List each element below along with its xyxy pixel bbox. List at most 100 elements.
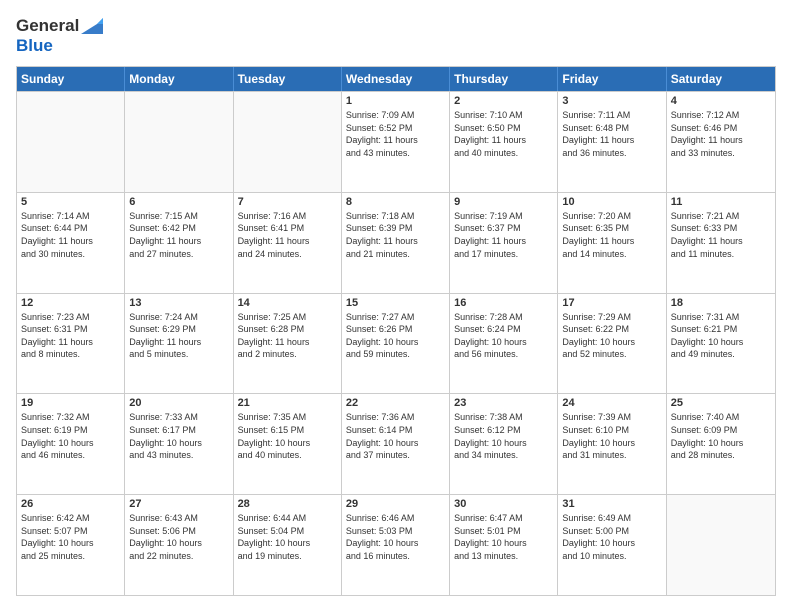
day-info: Sunrise: 7:28 AM Sunset: 6:24 PM Dayligh… (454, 311, 553, 361)
day-number: 12 (21, 297, 120, 309)
day-cell-11: 11Sunrise: 7:21 AM Sunset: 6:33 PM Dayli… (667, 193, 775, 293)
empty-cell-0-2 (234, 92, 342, 192)
day-cell-17: 17 Sunrise: 7:29 AM Sunset: 6:22 PM Dayli… (558, 294, 666, 394)
day-info: Sunrise: 7:24 AM Sunset: 6:29 PM Dayligh… (129, 311, 228, 361)
day-cell-31: 31 Sunrise: 6:49 AM Sunset: 5:00 PM Dayli… (558, 495, 666, 595)
day-number: 4 (671, 95, 771, 107)
day-cell-20: 20 Sunrise: 7:33 AM Sunset: 6:17 PM Dayli… (125, 394, 233, 494)
calendar-row-1: 1Sunrise: 7:09 AM Sunset: 6:52 PM Daylig… (17, 91, 775, 192)
day-cell-27: 27 Sunrise: 6:43 AM Sunset: 5:06 PM Dayli… (125, 495, 233, 595)
day-info: Sunrise: 6:43 AM Sunset: 5:06 PM Dayligh… (129, 512, 228, 562)
day-cell-14: 14 Sunrise: 7:25 AM Sunset: 6:28 PM Dayli… (234, 294, 342, 394)
calendar-row-4: 19 Sunrise: 7:32 AM Sunset: 6:19 PM Dayli… (17, 393, 775, 494)
day-cell-16: 16 Sunrise: 7:28 AM Sunset: 6:24 PM Dayli… (450, 294, 558, 394)
logo-general: General (16, 16, 79, 36)
day-number: 30 (454, 498, 553, 510)
page: General Blue SundayMondayTuesdayWednesda… (0, 0, 792, 612)
day-cell-6: 6Sunrise: 7:15 AM Sunset: 6:42 PM Daylig… (125, 193, 233, 293)
weekday-header-sunday: Sunday (17, 67, 125, 91)
day-number: 26 (21, 498, 120, 510)
day-number: 1 (346, 95, 445, 107)
empty-cell-0-1 (125, 92, 233, 192)
day-info: Sunrise: 7:12 AM Sunset: 6:46 PM Dayligh… (671, 109, 771, 159)
day-info: Sunrise: 7:25 AM Sunset: 6:28 PM Dayligh… (238, 311, 337, 361)
day-info: Sunrise: 7:16 AM Sunset: 6:41 PM Dayligh… (238, 210, 337, 260)
day-number: 3 (562, 95, 661, 107)
day-cell-18: 18 Sunrise: 7:31 AM Sunset: 6:21 PM Dayli… (667, 294, 775, 394)
weekday-header-monday: Monday (125, 67, 233, 91)
day-info: Sunrise: 7:35 AM Sunset: 6:15 PM Dayligh… (238, 411, 337, 461)
header: General Blue (16, 16, 776, 56)
day-info: Sunrise: 7:14 AM Sunset: 6:44 PM Dayligh… (21, 210, 120, 260)
day-cell-23: 23Sunrise: 7:38 AM Sunset: 6:12 PM Dayli… (450, 394, 558, 494)
logo-triangle-icon (81, 16, 103, 34)
day-number: 5 (21, 196, 120, 208)
day-number: 17 (562, 297, 661, 309)
day-info: Sunrise: 7:29 AM Sunset: 6:22 PM Dayligh… (562, 311, 661, 361)
calendar-header: SundayMondayTuesdayWednesdayThursdayFrid… (17, 67, 775, 91)
day-info: Sunrise: 7:15 AM Sunset: 6:42 PM Dayligh… (129, 210, 228, 260)
day-info: Sunrise: 7:27 AM Sunset: 6:26 PM Dayligh… (346, 311, 445, 361)
day-info: Sunrise: 7:20 AM Sunset: 6:35 PM Dayligh… (562, 210, 661, 260)
day-cell-7: 7 Sunrise: 7:16 AM Sunset: 6:41 PM Daylig… (234, 193, 342, 293)
day-cell-25: 25 Sunrise: 7:40 AM Sunset: 6:09 PM Dayli… (667, 394, 775, 494)
day-number: 24 (562, 397, 661, 409)
day-number: 18 (671, 297, 771, 309)
day-cell-8: 8Sunrise: 7:18 AM Sunset: 6:39 PM Daylig… (342, 193, 450, 293)
day-number: 20 (129, 397, 228, 409)
calendar-row-2: 5 Sunrise: 7:14 AM Sunset: 6:44 PM Daylig… (17, 192, 775, 293)
day-cell-9: 9 Sunrise: 7:19 AM Sunset: 6:37 PM Daylig… (450, 193, 558, 293)
day-cell-1: 1Sunrise: 7:09 AM Sunset: 6:52 PM Daylig… (342, 92, 450, 192)
day-number: 2 (454, 95, 553, 107)
calendar-row-3: 12 Sunrise: 7:23 AM Sunset: 6:31 PM Dayli… (17, 293, 775, 394)
day-cell-4: 4 Sunrise: 7:12 AM Sunset: 6:46 PM Daylig… (667, 92, 775, 192)
day-info: Sunrise: 7:38 AM Sunset: 6:12 PM Dayligh… (454, 411, 553, 461)
empty-cell-4-6 (667, 495, 775, 595)
day-info: Sunrise: 7:19 AM Sunset: 6:37 PM Dayligh… (454, 210, 553, 260)
day-info: Sunrise: 7:10 AM Sunset: 6:50 PM Dayligh… (454, 109, 553, 159)
logo: General Blue (16, 16, 103, 56)
weekday-header-saturday: Saturday (667, 67, 775, 91)
day-cell-3: 3 Sunrise: 7:11 AM Sunset: 6:48 PM Daylig… (558, 92, 666, 192)
day-info: Sunrise: 7:23 AM Sunset: 6:31 PM Dayligh… (21, 311, 120, 361)
day-number: 25 (671, 397, 771, 409)
day-info: Sunrise: 6:46 AM Sunset: 5:03 PM Dayligh… (346, 512, 445, 562)
day-cell-29: 29Sunrise: 6:46 AM Sunset: 5:03 PM Dayli… (342, 495, 450, 595)
day-info: Sunrise: 7:21 AM Sunset: 6:33 PM Dayligh… (671, 210, 771, 260)
day-cell-5: 5 Sunrise: 7:14 AM Sunset: 6:44 PM Daylig… (17, 193, 125, 293)
logo-text-block: General Blue (16, 16, 103, 56)
day-cell-21: 21 Sunrise: 7:35 AM Sunset: 6:15 PM Dayli… (234, 394, 342, 494)
weekday-header-wednesday: Wednesday (342, 67, 450, 91)
calendar: SundayMondayTuesdayWednesdayThursdayFrid… (16, 66, 776, 596)
day-number: 8 (346, 196, 445, 208)
day-info: Sunrise: 7:11 AM Sunset: 6:48 PM Dayligh… (562, 109, 661, 159)
weekday-header-friday: Friday (558, 67, 666, 91)
day-info: Sunrise: 6:42 AM Sunset: 5:07 PM Dayligh… (21, 512, 120, 562)
day-number: 7 (238, 196, 337, 208)
day-number: 9 (454, 196, 553, 208)
day-cell-15: 15Sunrise: 7:27 AM Sunset: 6:26 PM Dayli… (342, 294, 450, 394)
day-number: 21 (238, 397, 337, 409)
day-cell-12: 12 Sunrise: 7:23 AM Sunset: 6:31 PM Dayli… (17, 294, 125, 394)
day-number: 27 (129, 498, 228, 510)
day-info: Sunrise: 7:32 AM Sunset: 6:19 PM Dayligh… (21, 411, 120, 461)
day-number: 13 (129, 297, 228, 309)
day-info: Sunrise: 7:33 AM Sunset: 6:17 PM Dayligh… (129, 411, 228, 461)
day-number: 14 (238, 297, 337, 309)
day-info: Sunrise: 7:31 AM Sunset: 6:21 PM Dayligh… (671, 311, 771, 361)
day-cell-24: 24Sunrise: 7:39 AM Sunset: 6:10 PM Dayli… (558, 394, 666, 494)
day-number: 28 (238, 498, 337, 510)
day-info: Sunrise: 6:49 AM Sunset: 5:00 PM Dayligh… (562, 512, 661, 562)
weekday-header-thursday: Thursday (450, 67, 558, 91)
weekday-header-tuesday: Tuesday (234, 67, 342, 91)
calendar-body: 1Sunrise: 7:09 AM Sunset: 6:52 PM Daylig… (17, 91, 775, 595)
day-cell-10: 10Sunrise: 7:20 AM Sunset: 6:35 PM Dayli… (558, 193, 666, 293)
logo-blue: Blue (16, 36, 53, 56)
day-cell-26: 26 Sunrise: 6:42 AM Sunset: 5:07 PM Dayli… (17, 495, 125, 595)
day-cell-30: 30Sunrise: 6:47 AM Sunset: 5:01 PM Dayli… (450, 495, 558, 595)
day-number: 19 (21, 397, 120, 409)
empty-cell-0-0 (17, 92, 125, 192)
day-number: 16 (454, 297, 553, 309)
day-info: Sunrise: 7:40 AM Sunset: 6:09 PM Dayligh… (671, 411, 771, 461)
day-number: 31 (562, 498, 661, 510)
